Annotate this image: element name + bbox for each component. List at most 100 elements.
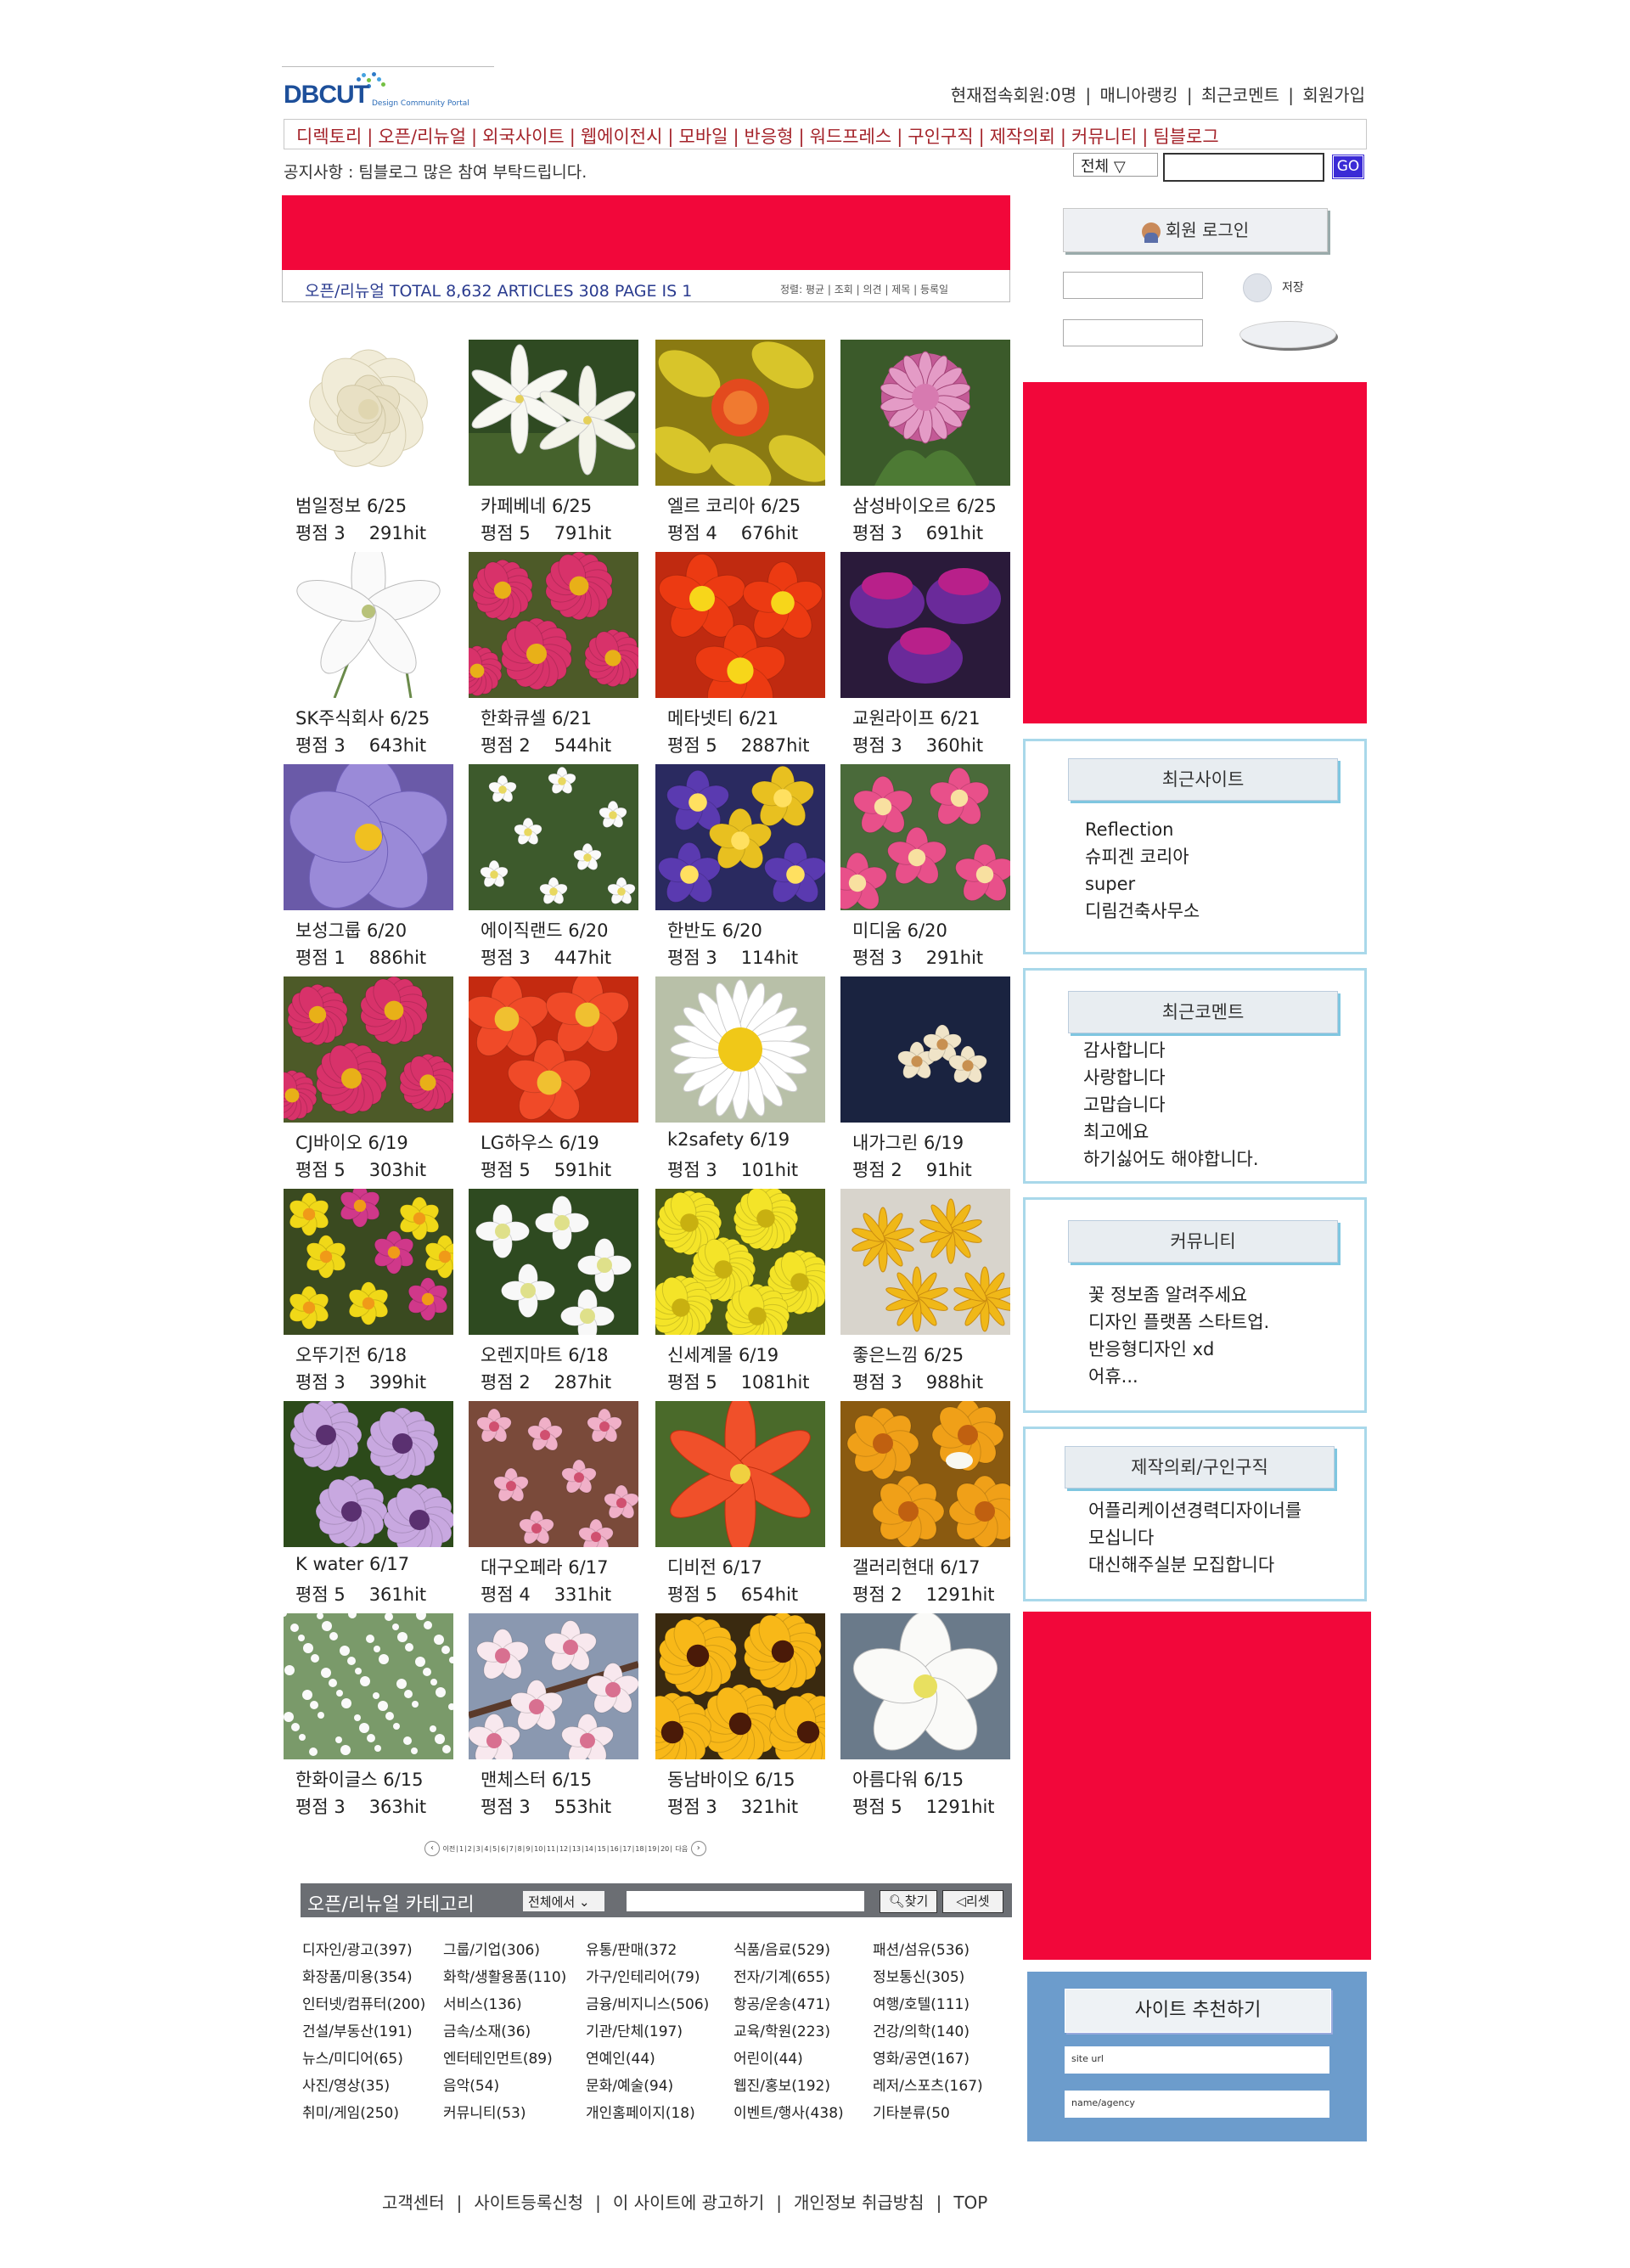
category-link[interactable]: 이벤트/행사(438) <box>734 2101 844 2122</box>
footer-link[interactable]: 고객센터 <box>382 2192 445 2213</box>
request-item[interactable]: 어플리케이션경력디자이너를 <box>1088 1497 1301 1524</box>
request-item[interactable]: 대신해주실분 모집합니다 <box>1088 1551 1301 1579</box>
category-link[interactable]: 금속/소재(36) <box>443 2019 531 2040</box>
nav-item[interactable]: 반응형 <box>745 127 794 147</box>
gallery-card[interactable]: K water 6/17 평점 5 361hit <box>284 1401 453 1605</box>
member-login-button[interactable]: 회원 로그인 <box>1063 208 1328 252</box>
category-link[interactable]: 기관/단체(197) <box>586 2019 683 2040</box>
page-link[interactable]: 18 <box>635 1845 644 1853</box>
top-link[interactable]: 현재접속회원:0명 <box>951 85 1076 105</box>
nav-item[interactable]: 구인구직 <box>908 127 973 147</box>
page-link[interactable]: 7 <box>509 1845 514 1853</box>
card-title[interactable]: 한화큐셀 6/21 <box>481 705 592 730</box>
sort-options[interactable]: 정렬: 평균 | 조회 | 의견 | 제목 | 등록일 <box>780 282 948 296</box>
gallery-card[interactable]: 동남바이오 6/15 평점 3 321hit <box>655 1613 825 1817</box>
card-title[interactable]: 내가그린 6/19 <box>852 1129 964 1155</box>
gallery-card[interactable]: 한반도 6/20 평점 3 114hit <box>655 764 825 968</box>
nav-item[interactable]: 제작의뢰 <box>990 127 1055 147</box>
category-link[interactable]: 그룹/기업(306) <box>443 1938 540 1959</box>
site-thumbnail[interactable] <box>284 976 453 1123</box>
recent-comment-item[interactable]: 감사합니다 <box>1083 1037 1259 1064</box>
card-title[interactable]: 삼성바이오르 6/25 <box>852 492 997 518</box>
card-title[interactable]: SK주식회사 6/25 <box>295 705 430 730</box>
page-link[interactable]: 2 <box>468 1845 472 1853</box>
recent-comment-item[interactable]: 고맙습니다 <box>1083 1091 1259 1118</box>
category-link[interactable]: 식품/음료(529) <box>734 1938 830 1959</box>
footer-link[interactable]: 사이트등록신청 <box>474 2192 583 2213</box>
site-thumbnail[interactable] <box>284 1401 453 1547</box>
site-name[interactable]: 한화이글스 <box>295 1770 378 1790</box>
site-name[interactable]: 엘르 코리아 <box>667 496 755 516</box>
gallery-card[interactable]: 맨체스터 6/15 평점 3 553hit <box>469 1613 638 1817</box>
site-thumbnail[interactable] <box>469 340 638 486</box>
nav-item[interactable]: 커뮤니티 <box>1071 127 1137 147</box>
category-link[interactable]: 커뮤니티(53) <box>443 2101 526 2122</box>
page-link[interactable]: 5 <box>492 1845 497 1853</box>
login-id-field[interactable] <box>1063 272 1203 299</box>
category-link[interactable]: 서비스(136) <box>443 1992 522 2013</box>
gallery-card[interactable]: 갤러리현대 6/17 평점 2 1291hit <box>840 1401 1010 1605</box>
card-title[interactable]: 보성그룹 6/20 <box>295 917 407 943</box>
category-link[interactable]: 연예인(44) <box>586 2046 655 2068</box>
search-scope-select[interactable]: 전체 ▽ <box>1073 153 1158 177</box>
category-link[interactable]: 사진/영상(35) <box>302 2074 390 2095</box>
page-link[interactable]: 9 <box>526 1845 530 1853</box>
gallery-card[interactable]: 오렌지마트 6/18 평점 2 287hit <box>469 1189 638 1393</box>
page-link[interactable]: 11 <box>547 1845 555 1853</box>
card-title[interactable]: 메타넷티 6/21 <box>667 705 778 730</box>
recent-site-item[interactable]: 슈피겐 코리아 <box>1085 843 1200 870</box>
page-link[interactable]: 13 <box>572 1845 581 1853</box>
site-thumbnail[interactable] <box>840 764 1010 910</box>
recent-sites-title[interactable]: 최근사이트 <box>1068 758 1338 801</box>
page-link[interactable]: 20 <box>660 1845 669 1853</box>
name-agency-field[interactable]: name/agency <box>1065 2091 1329 2118</box>
recent-site-item[interactable]: Reflection <box>1085 816 1200 843</box>
category-scope-select[interactable]: 전체에서 ⌄ <box>523 1891 604 1911</box>
site-name[interactable]: 에이직랜드 <box>481 920 563 941</box>
next-page-icon[interactable]: › <box>690 1841 706 1856</box>
site-thumbnail[interactable] <box>840 1189 1010 1335</box>
gallery-card[interactable]: 내가그린 6/19 평점 2 91hit <box>840 976 1010 1180</box>
category-link[interactable]: 건강/의학(140) <box>873 2019 970 2040</box>
site-thumbnail[interactable] <box>655 1613 825 1759</box>
site-thumbnail[interactable] <box>284 340 453 486</box>
site-name[interactable]: 삼성바이오르 <box>852 496 951 516</box>
next-link[interactable]: 다음 <box>676 1845 689 1853</box>
footer-link[interactable]: TOP <box>953 2192 987 2213</box>
site-name[interactable]: 보성그룹 <box>295 920 361 941</box>
site-name[interactable]: 한화큐셀 <box>481 708 546 729</box>
gallery-card[interactable]: 범일정보 6/25 평점 3 291hit <box>284 340 453 543</box>
page-link[interactable]: 1 <box>459 1845 464 1853</box>
community-item[interactable]: 디자인 플랫폼 스타트업. <box>1088 1308 1269 1336</box>
recommend-title[interactable]: 사이트 추천하기 <box>1065 1989 1331 2033</box>
category-link[interactable]: 디자인/광고(397) <box>302 1938 413 1959</box>
gallery-card[interactable]: 미디움 6/20 평점 3 291hit <box>840 764 1010 968</box>
gallery-card[interactable]: 메타넷티 6/21 평점 5 2887hit <box>655 552 825 756</box>
page-link[interactable]: 12 <box>559 1845 568 1853</box>
request-title[interactable]: 제작의뢰/구인구직 <box>1065 1446 1335 1489</box>
category-link[interactable]: 정보통신(305) <box>873 1965 964 1986</box>
gallery-card[interactable]: 한화큐셀 6/21 평점 2 544hit <box>469 552 638 756</box>
gallery-card[interactable]: 에이직랜드 6/20 평점 3 447hit <box>469 764 638 968</box>
page-link[interactable]: 4 <box>484 1845 488 1853</box>
site-name[interactable]: 카페베네 <box>481 496 546 516</box>
category-link[interactable]: 인터넷/컴퓨터(200) <box>302 1992 425 2013</box>
site-thumbnail[interactable] <box>655 976 825 1123</box>
card-title[interactable]: 맨체스터 6/15 <box>481 1766 592 1792</box>
community-item[interactable]: 꽃 정보좀 알려주세요 <box>1088 1281 1269 1308</box>
page-link[interactable]: 10 <box>534 1845 542 1853</box>
site-name[interactable]: 대구오페라 <box>481 1557 563 1578</box>
gallery-card[interactable]: 디비전 6/17 평점 5 654hit <box>655 1401 825 1605</box>
category-link[interactable]: 문화/예술(94) <box>586 2074 673 2095</box>
nav-item[interactable]: 디렉토리 <box>296 127 362 147</box>
site-name[interactable]: 오렌지마트 <box>481 1345 563 1365</box>
page-link[interactable]: 19 <box>648 1845 656 1853</box>
card-title[interactable]: 카페베네 6/25 <box>481 492 592 518</box>
category-link[interactable]: 취미/게임(250) <box>302 2101 399 2122</box>
recent-comment-item[interactable]: 최고에요 <box>1083 1118 1259 1145</box>
find-button[interactable]: 🔍︎찾기 <box>880 1890 937 1913</box>
category-link[interactable]: 어린이(44) <box>734 2046 803 2068</box>
footer-link[interactable]: 개인정보 취급방침 <box>794 2192 925 2213</box>
card-title[interactable]: 한화이글스 6/15 <box>295 1766 423 1792</box>
gallery-card[interactable]: 삼성바이오르 6/25 평점 3 691hit <box>840 340 1010 543</box>
